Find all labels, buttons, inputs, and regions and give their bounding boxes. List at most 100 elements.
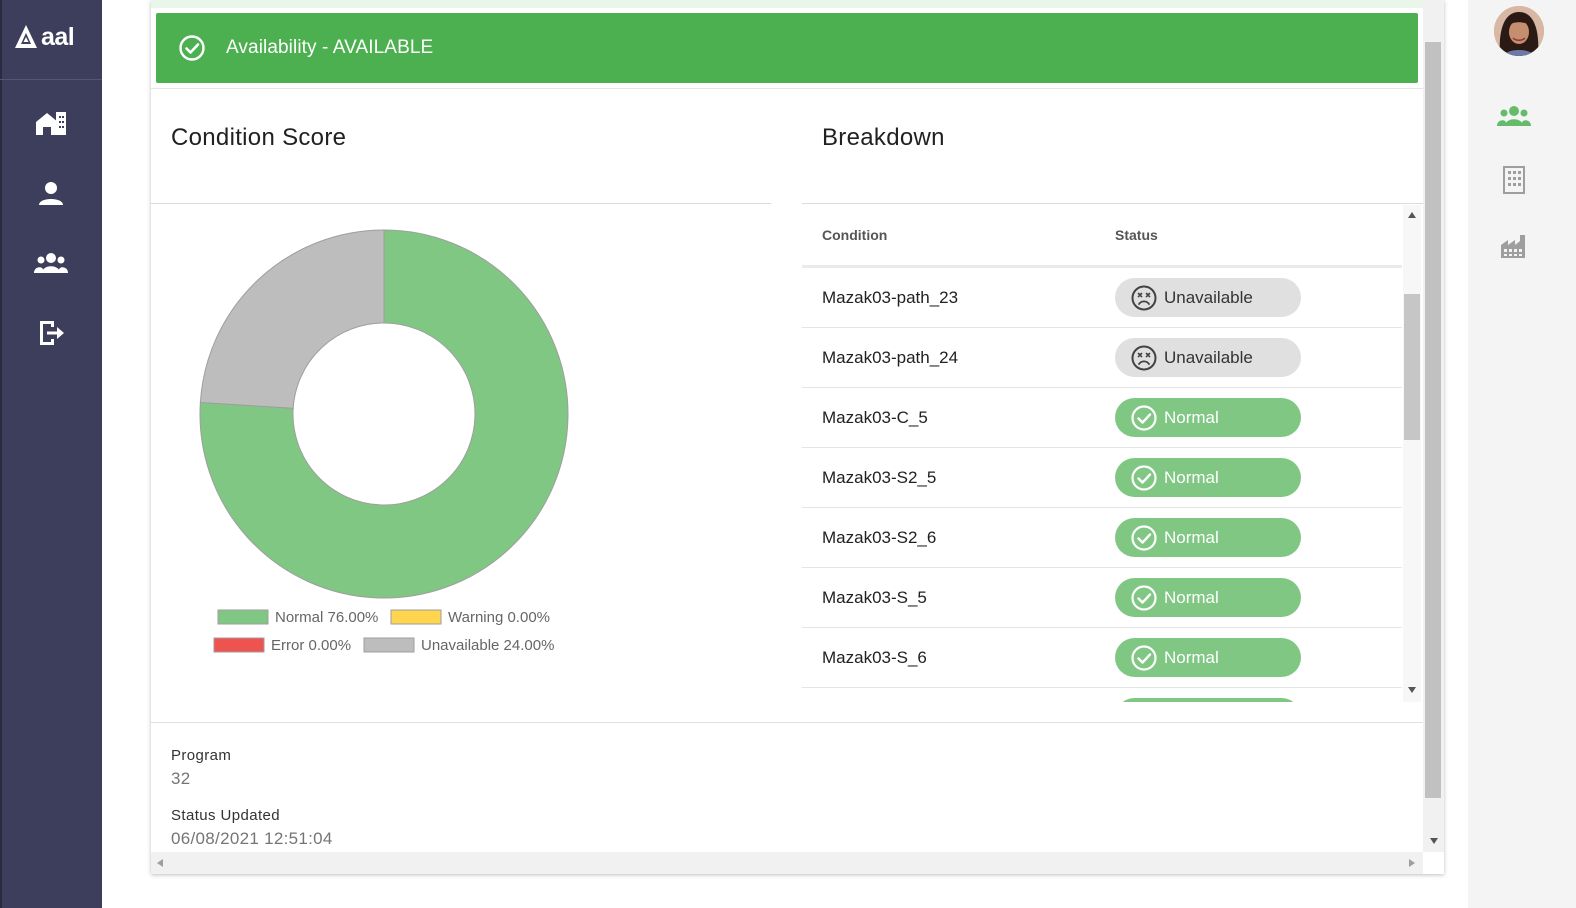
machine-detail-card: Availability - AVAILABLE Condition Score…: [151, 0, 1444, 874]
page-vertical-scrollbar-thumb[interactable]: [1425, 42, 1441, 798]
page-scroll-left-arrow[interactable]: [157, 859, 163, 867]
breakdown-table: Condition Status Mazak03-path_23 Unavaila…: [802, 205, 1422, 702]
logout-icon: [40, 321, 64, 345]
table-row[interactable]: Normal: [802, 688, 1402, 702]
status-badge: Normal: [1115, 398, 1301, 437]
sidebar-item-logout[interactable]: [33, 315, 69, 351]
people-group-icon: [1497, 106, 1531, 126]
sad-face-icon: [1131, 345, 1157, 370]
breakdown-title: Breakdown: [822, 124, 945, 151]
condition-name: Mazak03-C_5: [822, 408, 928, 427]
top-strip: [151, 0, 1423, 8]
rail-item-factory[interactable]: [1496, 228, 1532, 264]
condition-score-divider: [151, 203, 771, 204]
right-rail: [1468, 0, 1576, 908]
left-sidebar: aal: [0, 0, 102, 908]
table-scrollbar-thumb[interactable]: [1404, 294, 1420, 440]
status-text: Normal: [1164, 467, 1219, 487]
table-row[interactable]: Mazak03-S_6 Normal: [802, 628, 1402, 688]
status-badge: Normal: [1115, 578, 1301, 617]
condition-name: Mazak03-path_24: [822, 348, 959, 367]
app-logo[interactable]: aal: [14, 20, 90, 54]
legend-label: Warning 0.00%: [448, 609, 550, 626]
availability-banner: Availability - AVAILABLE: [156, 13, 1418, 83]
table-row[interactable]: Mazak03-S2_6 Normal: [802, 508, 1402, 568]
legend-item[interactable]: Normal 76.00%: [217, 609, 378, 626]
table-scroll-down-arrow[interactable]: [1408, 687, 1416, 693]
check-circle-icon: [179, 35, 205, 61]
status-text: Normal: [1164, 407, 1219, 427]
column-header-condition[interactable]: Condition: [822, 227, 887, 243]
page-scroll-down-arrow[interactable]: [1430, 838, 1438, 844]
condition-name: Mazak03-S2_5: [822, 468, 937, 487]
status-updated-label: Status Updated: [171, 807, 281, 824]
table-row[interactable]: Mazak03-C_5 Normal: [802, 388, 1402, 448]
column-header-status[interactable]: Status: [1115, 227, 1158, 243]
check-circle-icon: [1131, 584, 1157, 611]
home-building-icon: [36, 112, 66, 135]
building-icon: [1503, 166, 1525, 194]
page-horizontal-scrollbar[interactable]: [151, 852, 1423, 874]
sad-face-icon: [1131, 285, 1157, 310]
status-text: Normal: [1164, 647, 1219, 667]
status-text: Unavailable: [1164, 287, 1253, 307]
table-scroll-up-arrow[interactable]: [1408, 212, 1416, 218]
check-circle-icon: [1131, 644, 1157, 671]
sidebar-edge: [0, 0, 2, 908]
status-text: Normal: [1164, 527, 1219, 547]
status-badge: Normal: [1115, 458, 1301, 497]
legend-swatch: [217, 609, 269, 625]
availability-text: Availability - AVAILABLE: [226, 37, 434, 58]
status-text: Normal: [1164, 587, 1219, 607]
legend-label: Error 0.00%: [271, 637, 351, 654]
check-circle-icon: [1131, 464, 1157, 491]
details-divider: [151, 722, 1423, 723]
legend-label: Unavailable 24.00%: [421, 637, 554, 654]
status-badge: Unavailable: [1115, 338, 1301, 377]
condition-name: Mazak03-S2_6: [822, 528, 937, 547]
status-text: Unavailable: [1164, 347, 1253, 367]
page-scroll-right-arrow[interactable]: [1409, 859, 1415, 867]
logo-text: aal: [41, 22, 75, 51]
breakdown-divider: [802, 203, 1423, 204]
table-row[interactable]: Mazak03-S_5 Normal: [802, 568, 1402, 628]
sidebar-divider: [0, 79, 102, 80]
sidebar-item-home[interactable]: [33, 105, 69, 141]
table-row[interactable]: Mazak03-S2_5 Normal: [802, 448, 1402, 508]
rail-item-team[interactable]: [1496, 98, 1532, 134]
condition-name: Mazak03-path_23: [822, 288, 959, 307]
person-icon: [39, 182, 63, 205]
program-label: Program: [171, 747, 232, 764]
banner-divider: [151, 88, 1423, 89]
legend-swatch: [390, 609, 442, 625]
check-circle-icon: [1131, 404, 1157, 431]
status-badge: Unavailable: [1115, 278, 1301, 317]
condition-name: Mazak03-S_5: [822, 588, 927, 607]
legend-swatch: [213, 637, 265, 653]
legend-swatch: [363, 637, 415, 653]
table-row[interactable]: Mazak03-path_24 Unavailable: [802, 328, 1402, 388]
status-badge: Normal: [1115, 518, 1301, 557]
table-row[interactable]: Mazak03-path_23 Unavailable: [802, 268, 1402, 328]
legend-item[interactable]: Warning 0.00%: [390, 609, 550, 626]
factory-icon: [1501, 235, 1525, 258]
check-circle-icon: [1131, 524, 1157, 551]
legend-label: Normal 76.00%: [275, 609, 378, 626]
program-value: 32: [171, 769, 191, 788]
status-updated-value: 06/08/2021 12:51:04: [171, 829, 333, 848]
avatar-image-icon: [1494, 6, 1544, 56]
condition-score-donut-chart: Normal 76.00% Warning 0.00% Error 0.00% Una…: [199, 229, 569, 654]
user-avatar[interactable]: [1494, 6, 1544, 56]
donut-slice-unavailable[interactable]: [199, 229, 385, 409]
legend-item[interactable]: Error 0.00%: [213, 637, 351, 654]
table-scrollbar[interactable]: [1403, 205, 1421, 702]
condition-name: Mazak03-S_6: [822, 648, 927, 667]
people-group-icon: [34, 253, 68, 273]
condition-score-title: Condition Score: [171, 124, 347, 151]
sidebar-item-groups[interactable]: [33, 245, 69, 281]
sidebar-item-user[interactable]: [33, 175, 69, 211]
rail-item-building[interactable]: [1496, 162, 1532, 198]
status-badge: Normal: [1115, 698, 1301, 702]
logo-mark-icon: [15, 25, 37, 48]
legend-item[interactable]: Unavailable 24.00%: [363, 637, 554, 654]
